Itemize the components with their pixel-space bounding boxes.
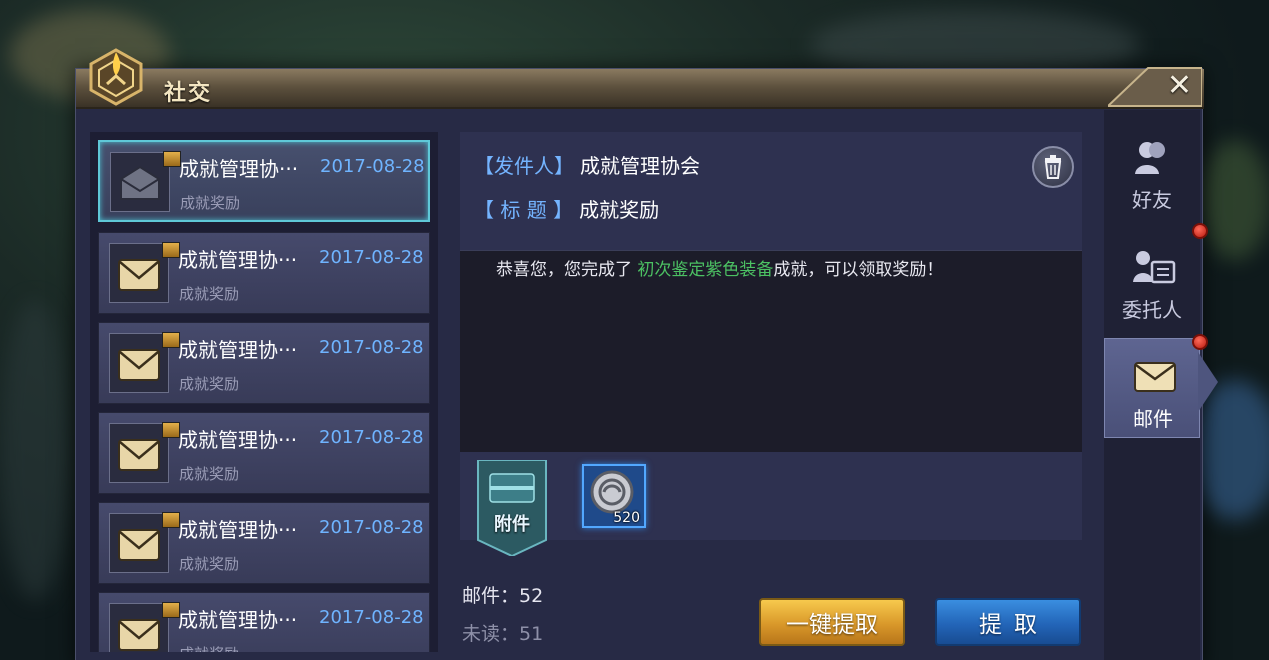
mail-date: 2017-08-28: [319, 337, 424, 358]
title-value: 成就奖励: [579, 198, 660, 222]
attachment-label: 附件: [494, 514, 530, 535]
client-card-icon: [1133, 251, 1176, 284]
trash-icon: [1044, 155, 1062, 179]
mail-icon-box: [109, 332, 180, 393]
envelope-icon: [118, 619, 160, 651]
tab-mail-label: 邮件: [1133, 407, 1173, 431]
mail-sender: 成就管理协···: [178, 518, 298, 542]
collect-button[interactable]: 提取: [935, 598, 1081, 646]
mail-subject: 成就奖励: [179, 555, 240, 573]
title-label: 【 标 题 】: [474, 198, 574, 222]
notification-dot: [1192, 223, 1208, 239]
mail-icon-box: [109, 422, 180, 483]
envelope-icon: [118, 529, 160, 561]
mail-subject: 成就奖励: [179, 643, 239, 652]
mail-date: 2017-08-28: [319, 247, 424, 268]
mail-unread-count: 未读：51: [462, 623, 544, 645]
sender-row: 【发件人】 成就管理协会: [474, 150, 700, 179]
tab-clients-label: 委托人: [1122, 298, 1182, 322]
envelope-icon: [118, 259, 160, 291]
body-prefix: 恭喜您，您完成了: [496, 260, 638, 280]
mail-icon-box: [109, 602, 180, 652]
open-envelope-icon: [120, 165, 160, 200]
envelope-icon: [118, 439, 160, 471]
social-emblem-icon: [89, 48, 143, 106]
mail-list-item[interactable]: 成就管理协··· 2017-08-28 成就奖励: [98, 592, 430, 652]
mail-list[interactable]: 成就管理协··· 2017-08-28 成就奖励 成就管理协··· 2017-0…: [90, 132, 438, 652]
friends-icon: [1135, 142, 1165, 174]
mail-icon-box: [110, 151, 181, 212]
achievement-name: 初次鉴定紫色装备: [637, 260, 774, 280]
mail-total-count: 邮件：52: [462, 585, 544, 607]
mail-sender: 成就管理协···: [178, 608, 298, 632]
envelope-icon: [118, 349, 160, 381]
mail-list-item[interactable]: 成就管理协··· 2017-08-28 成就奖励: [98, 322, 430, 404]
attachment-item-slot[interactable]: 520: [582, 464, 646, 528]
mail-subject: 成就奖励: [180, 194, 241, 212]
mail-date: 2017-08-28: [320, 156, 425, 177]
mail-body: 恭喜您，您完成了 初次鉴定紫色装备成就，可以领取奖励！: [460, 250, 1082, 452]
side-tab-bar: 好友 委托人 邮件: [1104, 110, 1200, 660]
tab-mail[interactable]: 邮件: [1104, 338, 1200, 438]
mail-list-item[interactable]: 成就管理协··· 2017-08-28 成就奖励: [98, 232, 430, 314]
attachment-chest-icon: [477, 460, 547, 556]
mail-subject: 成就奖励: [179, 285, 240, 303]
mail-subject: 成就奖励: [179, 375, 240, 393]
collect-all-button[interactable]: 一键提取: [759, 598, 905, 646]
mail-date: 2017-08-28: [319, 517, 424, 538]
mail-date: 2017-08-28: [319, 607, 424, 628]
mail-sender: 成就管理协···: [179, 157, 299, 181]
close-icon: ✕: [1166, 68, 1192, 103]
envelope-icon: [1134, 362, 1176, 392]
sender-label: 【发件人】: [474, 154, 574, 178]
close-button[interactable]: ✕: [1110, 66, 1202, 106]
mail-list-item[interactable]: 成就管理协··· 2017-08-28 成就奖励: [98, 412, 430, 494]
mail-date: 2017-08-28: [319, 427, 424, 448]
mail-detail: 【发件人】 成就管理协会 【 标 题 】成就奖励 恭喜您，您完成了 初次鉴定紫色装…: [460, 132, 1082, 556]
body-suffix: 成就，可以领取奖励！: [773, 260, 944, 280]
tab-clients[interactable]: 委托人: [1104, 230, 1200, 330]
mail-sender: 成就管理协···: [178, 248, 298, 272]
item-count: 520: [613, 510, 640, 526]
delete-button[interactable]: [1032, 146, 1074, 188]
notification-dot: [1192, 334, 1208, 350]
mail-sender: 成就管理协···: [178, 338, 298, 362]
window-title: 社交: [164, 80, 213, 106]
title-row: 【 标 题 】成就奖励: [474, 194, 659, 223]
mail-list-item[interactable]: 成就管理协··· 2017-08-28 成就奖励: [98, 140, 430, 222]
mail-subject: 成就奖励: [179, 465, 240, 483]
mail-sender: 成就管理协···: [178, 428, 298, 452]
tab-friends[interactable]: 好友: [1104, 120, 1200, 220]
tab-friends-label: 好友: [1132, 188, 1172, 212]
active-tab-pointer: [1198, 352, 1218, 412]
mail-body-text: 恭喜您，您完成了 初次鉴定紫色装备成就，可以领取奖励！: [496, 255, 943, 280]
mail-icon-box: [109, 242, 180, 303]
mail-icon-box: [109, 512, 180, 573]
mail-list-item[interactable]: 成就管理协··· 2017-08-28 成就奖励: [98, 502, 430, 584]
sender-value: 成就管理协会: [580, 154, 700, 178]
title-bar: 社交: [76, 69, 1204, 109]
